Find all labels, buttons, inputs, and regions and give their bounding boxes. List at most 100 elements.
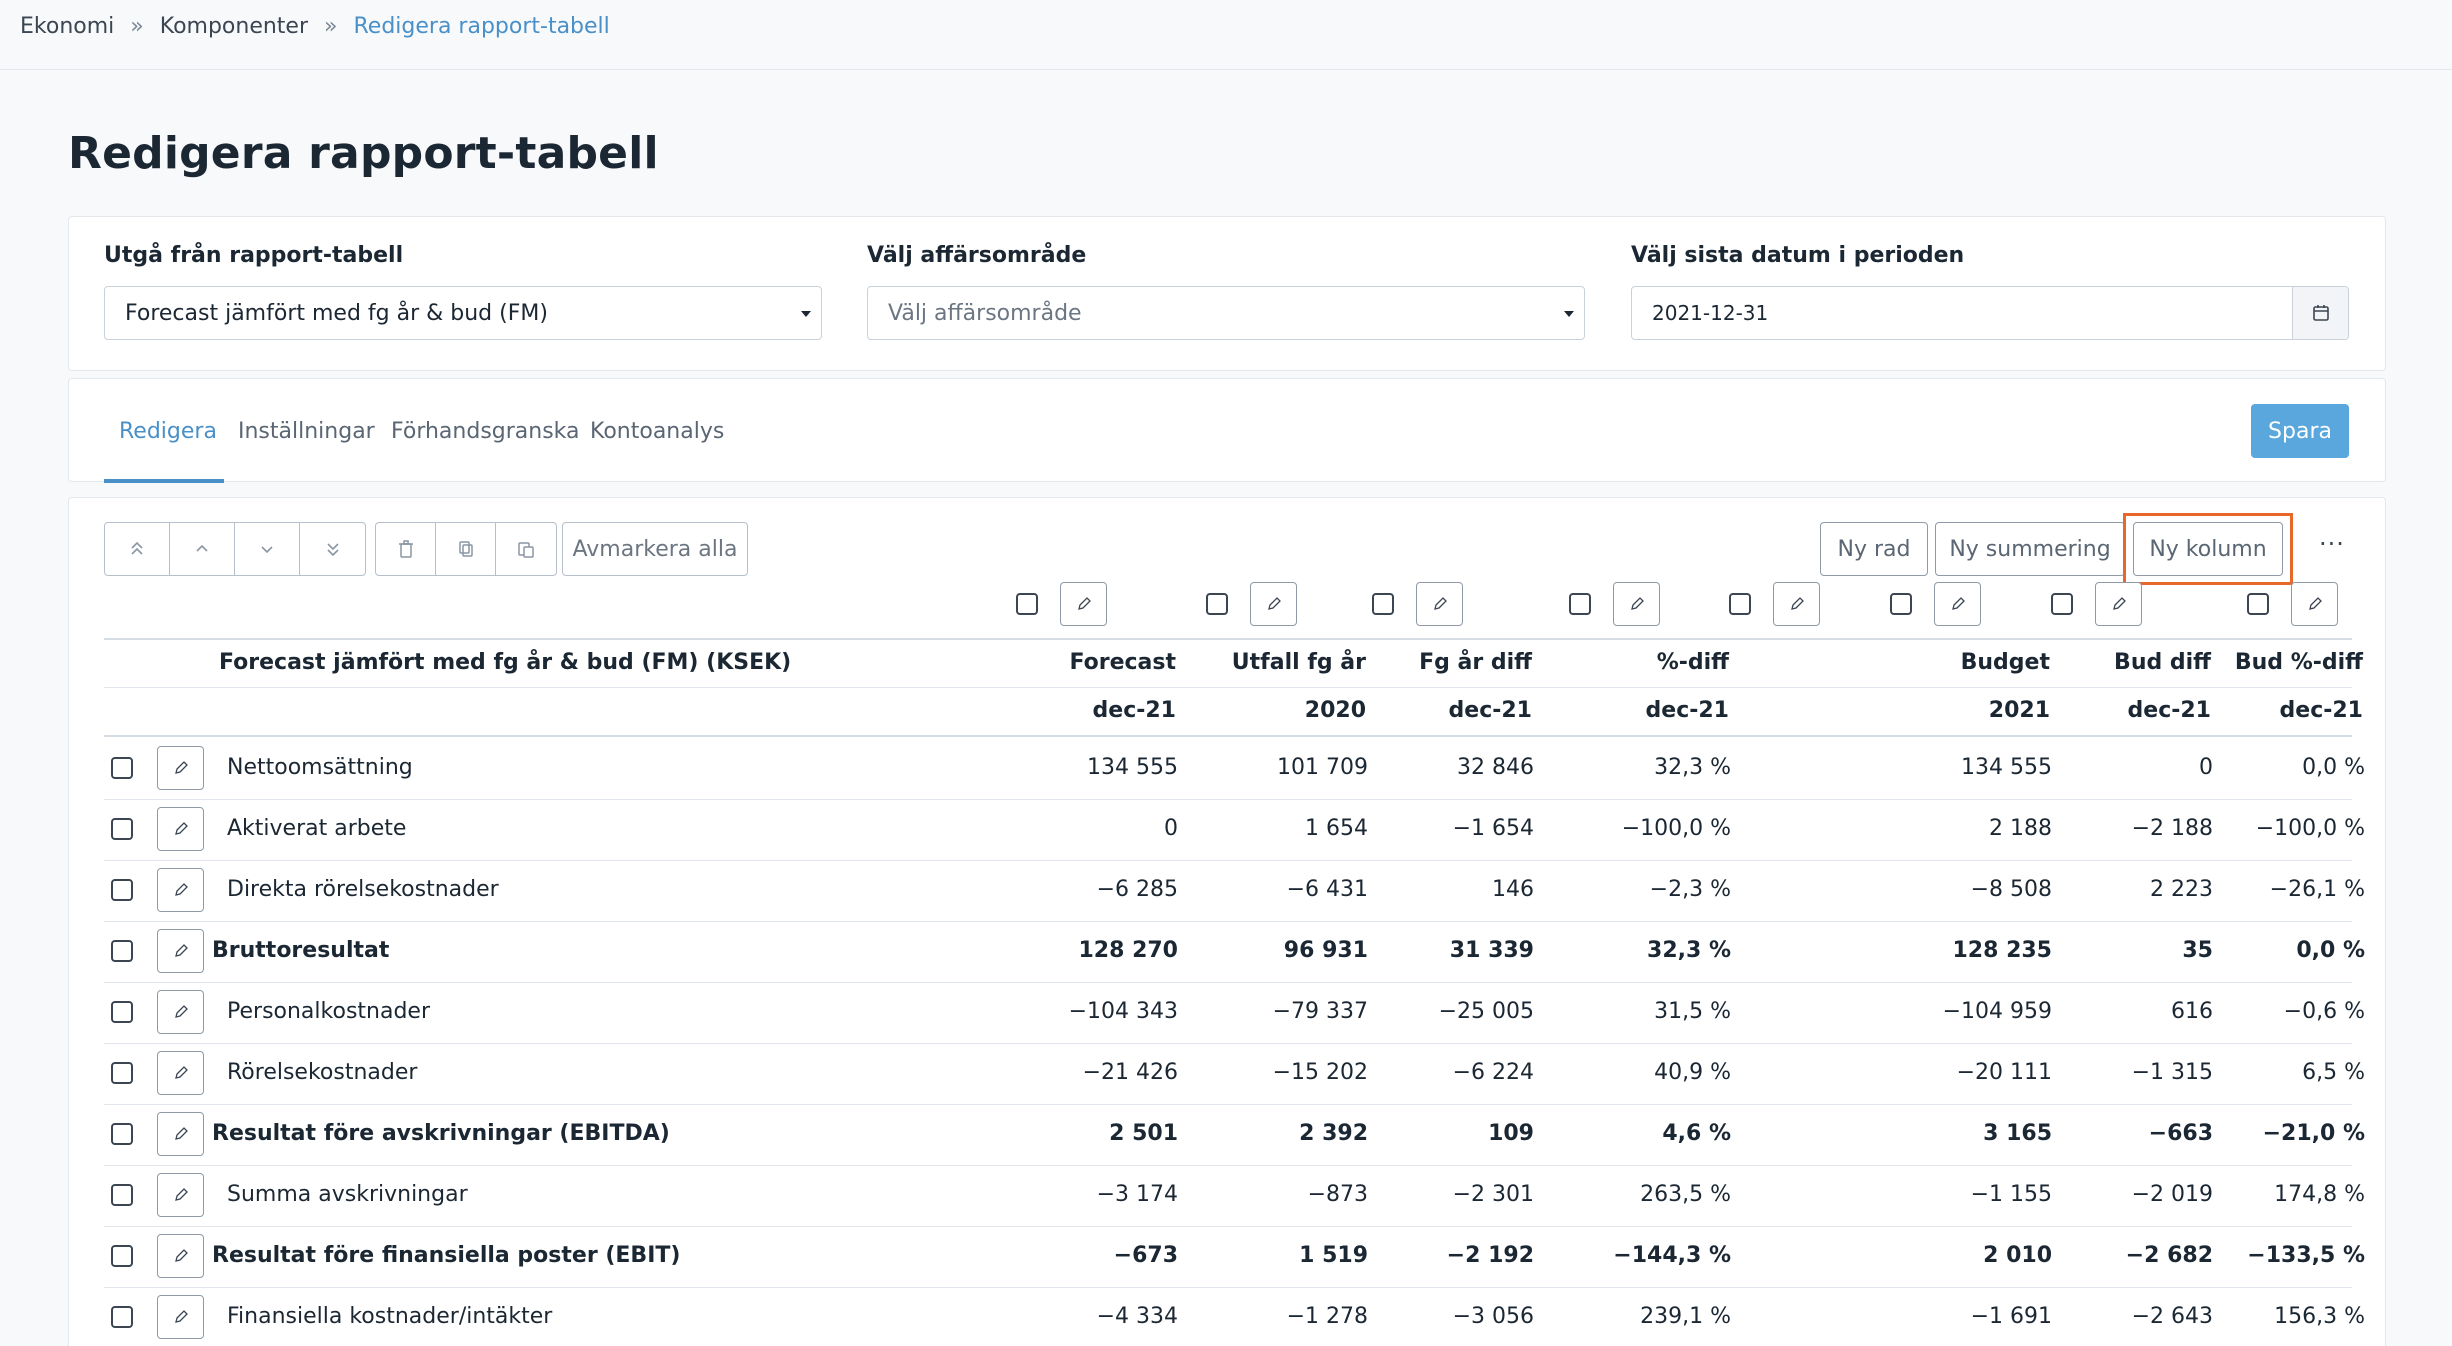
save-button[interactable]: Spara [2251, 404, 2349, 458]
new-summary-button[interactable]: Ny summering [1935, 522, 2125, 576]
column-controls-pct-diff [1569, 582, 1660, 626]
column-edit-pencil-icon[interactable] [1060, 582, 1107, 626]
column-controls-utfall [1206, 582, 1297, 626]
table-cell: −1 315 [2131, 1060, 2213, 1085]
table-cell: −144,3 % [1613, 1243, 1731, 1268]
column-checkbox[interactable] [1016, 593, 1038, 615]
tab-redigera[interactable]: Redigera [119, 419, 217, 444]
move-up-icon[interactable] [170, 523, 235, 575]
column-checkbox[interactable] [1569, 593, 1591, 615]
row-checkbox[interactable] [111, 940, 133, 962]
row-edit-pencil-icon[interactable] [157, 1234, 204, 1278]
table-cell: −2 188 [2131, 816, 2213, 841]
row-label: Aktiverat arbete [227, 816, 407, 841]
row-checkbox[interactable] [111, 818, 133, 840]
column-checkbox[interactable] [1729, 593, 1751, 615]
row-checkbox[interactable] [111, 879, 133, 901]
column-edit-pencil-icon[interactable] [2291, 582, 2338, 626]
row-checkbox[interactable] [111, 1306, 133, 1328]
row-edit-pencil-icon[interactable] [157, 1051, 204, 1095]
row-checkbox[interactable] [111, 757, 133, 779]
more-options-icon[interactable]: ··· [2319, 530, 2345, 558]
row-checkbox[interactable] [111, 1245, 133, 1267]
table-cell: 31 339 [1449, 938, 1534, 963]
table-cell: 3 165 [1983, 1121, 2052, 1146]
breadcrumb-item-ekonomi[interactable]: Ekonomi [20, 14, 114, 39]
report-table-select[interactable]: Forecast jämfört med fg år & bud (FM) [104, 286, 822, 340]
table-cell: 96 931 [1283, 938, 1368, 963]
last-date-value[interactable]: 2021-12-31 [1632, 287, 2292, 339]
calendar-icon[interactable] [2292, 287, 2348, 339]
row-checkbox[interactable] [111, 1001, 133, 1023]
table-cell: −2 643 [2131, 1304, 2213, 1329]
table-row: Direkta rörelsekostnader −6 285 −6 431 146 −… [69, 860, 2387, 921]
breadcrumb: Ekonomi » Komponenter » Redigera rapport… [20, 14, 610, 39]
column-checkbox[interactable] [1372, 593, 1394, 615]
trash-icon[interactable] [376, 523, 436, 575]
column-edit-pencil-icon[interactable] [1416, 582, 1463, 626]
column-edit-pencil-icon[interactable] [1773, 582, 1820, 626]
table-cell: 4,6 % [1662, 1121, 1731, 1146]
row-edit-pencil-icon[interactable] [157, 929, 204, 973]
row-edit-pencil-icon[interactable] [157, 807, 204, 851]
col-sub-bud-diff: dec-21 [2127, 698, 2211, 723]
table-cell: 174,8 % [2274, 1182, 2365, 1207]
tab-forhandsgranska[interactable]: Förhandsgranska [391, 419, 580, 444]
new-row-button[interactable]: Ny rad [1820, 522, 1928, 576]
deselect-all-button[interactable]: Avmarkera alla [562, 522, 748, 576]
tab-kontoanalys[interactable]: Kontoanalys [590, 419, 724, 444]
last-date-input[interactable]: 2021-12-31 [1631, 286, 2349, 340]
move-to-bottom-icon[interactable] [300, 523, 365, 575]
last-date-filter: Välj sista datum i perioden 2021-12-31 [1631, 243, 2349, 340]
col-sub-pct-diff: dec-21 [1645, 698, 1729, 723]
copy-icon[interactable] [436, 523, 496, 575]
table-cell: 6,5 % [2302, 1060, 2365, 1085]
tabs-card: Redigera Inställningar Förhandsgranska K… [68, 378, 2386, 483]
table-cell: 32 846 [1457, 755, 1534, 780]
table-cell: 40,9 % [1654, 1060, 1731, 1085]
row-checkbox[interactable] [111, 1062, 133, 1084]
column-edit-pencil-icon[interactable] [1613, 582, 1660, 626]
paste-icon[interactable] [496, 523, 556, 575]
column-checkbox[interactable] [1890, 593, 1912, 615]
column-checkbox[interactable] [2247, 593, 2269, 615]
row-edit-pencil-icon[interactable] [157, 990, 204, 1034]
business-area-placeholder: Välj affärsområde [888, 300, 1082, 326]
column-edit-pencil-icon[interactable] [1934, 582, 1981, 626]
move-to-top-icon[interactable] [105, 523, 170, 575]
business-area-select[interactable]: Välj affärsområde [867, 286, 1585, 340]
column-edit-pencil-icon[interactable] [2095, 582, 2142, 626]
table-cell: −1 155 [1970, 1182, 2052, 1207]
table-cell: −21 426 [1082, 1060, 1178, 1085]
row-edit-pencil-icon[interactable] [157, 746, 204, 790]
tab-installningar[interactable]: Inställningar [238, 419, 375, 444]
row-edit-pencil-icon[interactable] [157, 1173, 204, 1217]
row-edit-pencil-icon[interactable] [157, 1295, 204, 1339]
row-edit-pencil-icon[interactable] [157, 868, 204, 912]
top-bar: Ekonomi » Komponenter » Redigera rapport… [0, 0, 2452, 70]
table-cell: 239,1 % [1640, 1304, 1731, 1329]
table-row: Finansiella kostnader/intäkter −4 334 −1 2… [69, 1287, 2387, 1346]
table-row: Aktiverat arbete 0 1 654 −1 654 −100,0 % 2 18… [69, 799, 2387, 860]
table-cell: −2 301 [1452, 1182, 1534, 1207]
table-cell: 2 501 [1109, 1121, 1178, 1146]
table-row: Personalkostnader −104 343 −79 337 −25 005 3… [69, 982, 2387, 1043]
column-checkbox[interactable] [2051, 593, 2073, 615]
row-edit-pencil-icon[interactable] [157, 1112, 204, 1156]
table-cell: −79 337 [1272, 999, 1368, 1024]
row-checkbox[interactable] [111, 1184, 133, 1206]
row-checkbox[interactable] [111, 1123, 133, 1145]
column-checkbox[interactable] [1206, 593, 1228, 615]
breadcrumb-item-komponenter[interactable]: Komponenter [160, 14, 308, 39]
move-down-icon[interactable] [235, 523, 300, 575]
col-sub-bud-pct-diff: dec-21 [2279, 698, 2363, 723]
table-cell: 2 223 [2150, 877, 2213, 902]
table-cell: −2 192 [1446, 1243, 1534, 1268]
table-cell: −20 111 [1956, 1060, 2052, 1085]
table-card: Avmarkera alla Ny rad Ny summering Ny ko… [68, 497, 2386, 1346]
table-cell: 2 392 [1299, 1121, 1368, 1146]
column-edit-pencil-icon[interactable] [1250, 582, 1297, 626]
row-label: Resultat före finansiella poster (EBIT) [212, 1243, 681, 1268]
row-label: Summa avskrivningar [227, 1182, 468, 1207]
breadcrumb-item-current: Redigera rapport-tabell [353, 14, 610, 39]
